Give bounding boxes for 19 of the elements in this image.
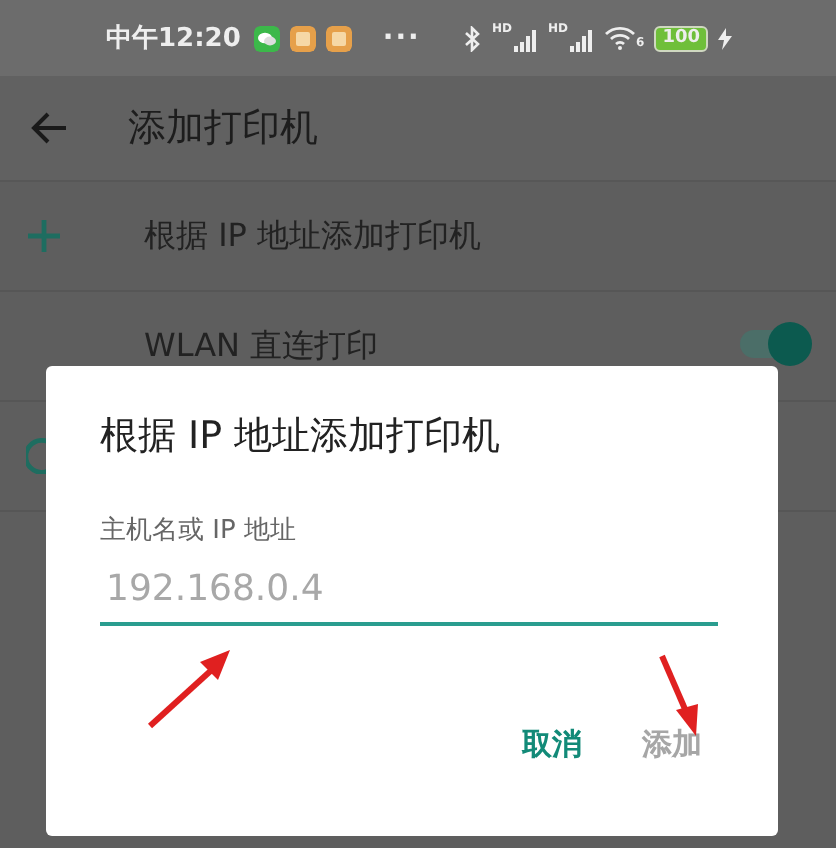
list-item-label[interactable]: 根据 IP 地址添加打印机 xyxy=(144,215,482,257)
chat-app-icon xyxy=(254,25,281,51)
battery-level: 100 xyxy=(654,25,708,51)
app-icon xyxy=(290,25,317,51)
wifi-icon xyxy=(604,26,637,50)
list-item-label[interactable]: WLAN 直连打印 xyxy=(144,325,379,367)
signal-icon xyxy=(514,30,538,52)
page-title: 添加打印机 xyxy=(128,104,318,154)
status-time: 中午12:20 xyxy=(106,22,241,56)
more-notifications: ··· xyxy=(382,22,421,54)
arrow-drawing xyxy=(148,650,230,729)
app-icon xyxy=(326,25,353,51)
ip-address-field[interactable]: 192.168.0.4 xyxy=(100,564,718,626)
signal-icon xyxy=(570,30,595,52)
bluetooth-icon xyxy=(463,25,482,51)
field-label: 主机名或 IP 地址 xyxy=(100,514,298,548)
charging-icon xyxy=(718,27,732,49)
dialog-title: 根据 IP 地址添加打印机 xyxy=(100,412,503,462)
dialog-button[interactable]: 取消 xyxy=(514,718,590,772)
